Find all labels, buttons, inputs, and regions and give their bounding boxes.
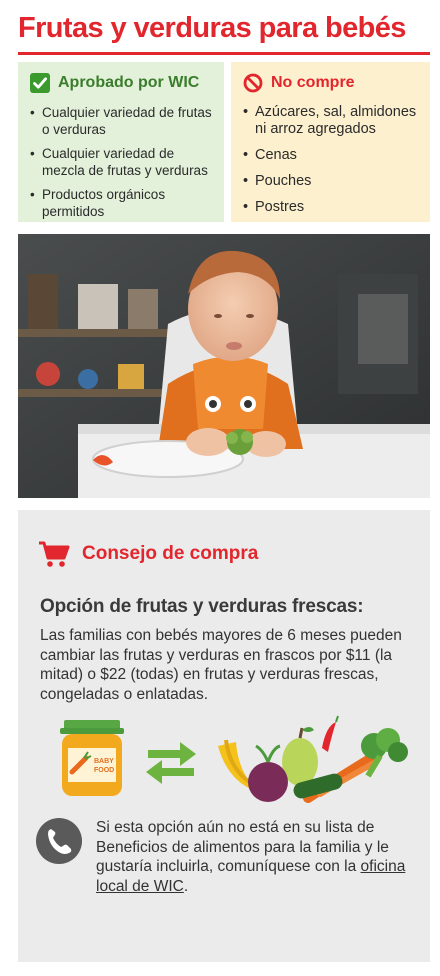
nobuy-list: Azúcares, sal, almidones ni arroz agrega…: [243, 104, 418, 216]
exchange-illustration: BABY FOOD: [58, 712, 408, 808]
tip-body: Las familias con bebés mayores de 6 mese…: [40, 627, 402, 703]
list-item: Postres: [243, 199, 418, 216]
tip-heading: Consejo de compra: [82, 543, 259, 564]
tip-subtitle: Opción de frutas y verduras frescas:: [40, 596, 364, 617]
checkmark-icon: [30, 73, 50, 93]
exchange-arrows-icon: [146, 742, 196, 784]
page-header: Frutas y verduras para bebés: [18, 8, 430, 55]
list-item: Pouches: [243, 173, 418, 190]
shopping-cart-icon: [38, 540, 70, 568]
jar-label-line2: FOOD: [94, 767, 114, 774]
title-underline: [18, 52, 430, 55]
baby-photo: [18, 234, 430, 498]
list-item: Cualquier variedad de mezcla de frutas y…: [30, 145, 212, 179]
list-item: Cualquier variedad de frutas o verduras: [30, 104, 212, 138]
approved-list: Cualquier variedad de frutas o verduras …: [30, 104, 212, 220]
tip-header: Consejo de compra: [38, 540, 258, 568]
list-item: Azúcares, sal, almidones ni arroz agrega…: [243, 104, 418, 138]
nobuy-header: No compre: [243, 70, 418, 96]
shopping-tip-card: Consejo de compra Opción de frutas y ver…: [18, 510, 430, 962]
nobuy-heading: No compre: [271, 74, 355, 91]
list-item: Productos orgánicos permitidos: [30, 186, 212, 220]
jar-label-line1: BABY: [94, 758, 114, 765]
approved-heading: Aprobado por WIC: [58, 74, 200, 91]
baby-food-jar-icon: BABY FOOD: [60, 720, 124, 796]
page-title: Frutas y verduras para bebés: [18, 12, 406, 44]
nobuy-panel: No compre Azúcares, sal, almidones ni ar…: [231, 62, 430, 222]
prohibited-icon: [243, 73, 263, 93]
contact-message: Si esta opción aún no está en su lista d…: [96, 819, 389, 875]
list-item: Cenas: [243, 147, 418, 164]
approved-panel: Aprobado por WIC Cualquier variedad de f…: [18, 62, 224, 222]
fresh-produce-icon: [218, 715, 408, 803]
phone-icon: [36, 818, 82, 864]
approved-header: Aprobado por WIC: [30, 70, 212, 96]
contact-end: .: [183, 877, 189, 895]
contact-text: Si esta opción aún no está en su lista d…: [96, 818, 421, 896]
